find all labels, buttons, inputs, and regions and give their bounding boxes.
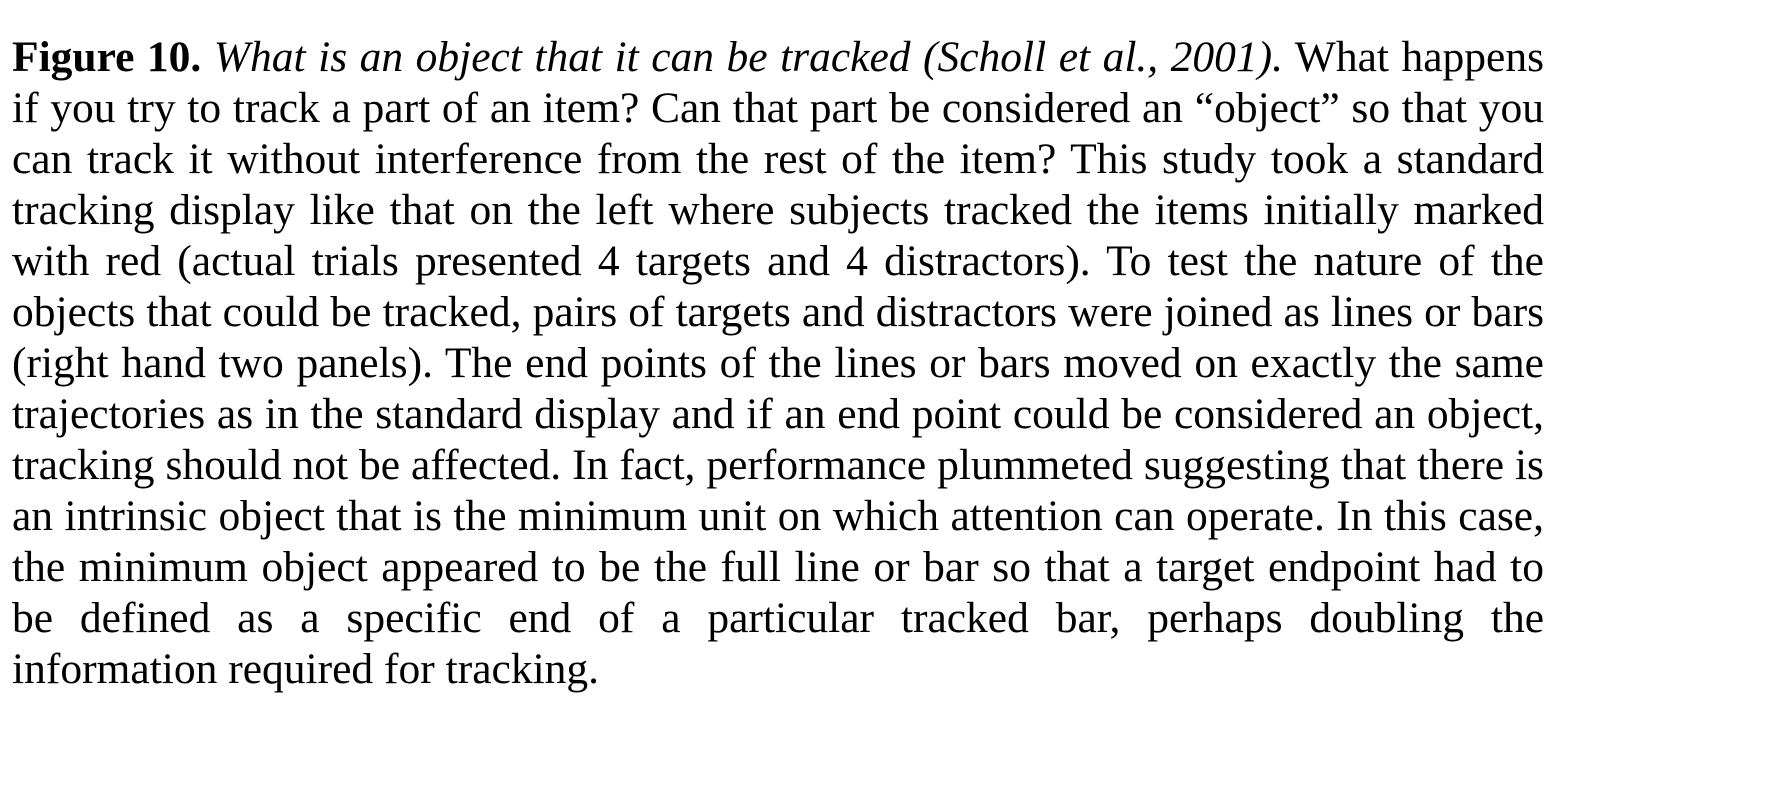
figure-caption: Figure 10. What is an object that it can…: [12, 32, 1544, 695]
figure-label: Figure 10.: [12, 33, 202, 81]
caption-body: What happens if you try to track a part …: [12, 33, 1545, 693]
figure-title: What is an object that it can be tracked…: [213, 33, 1284, 81]
